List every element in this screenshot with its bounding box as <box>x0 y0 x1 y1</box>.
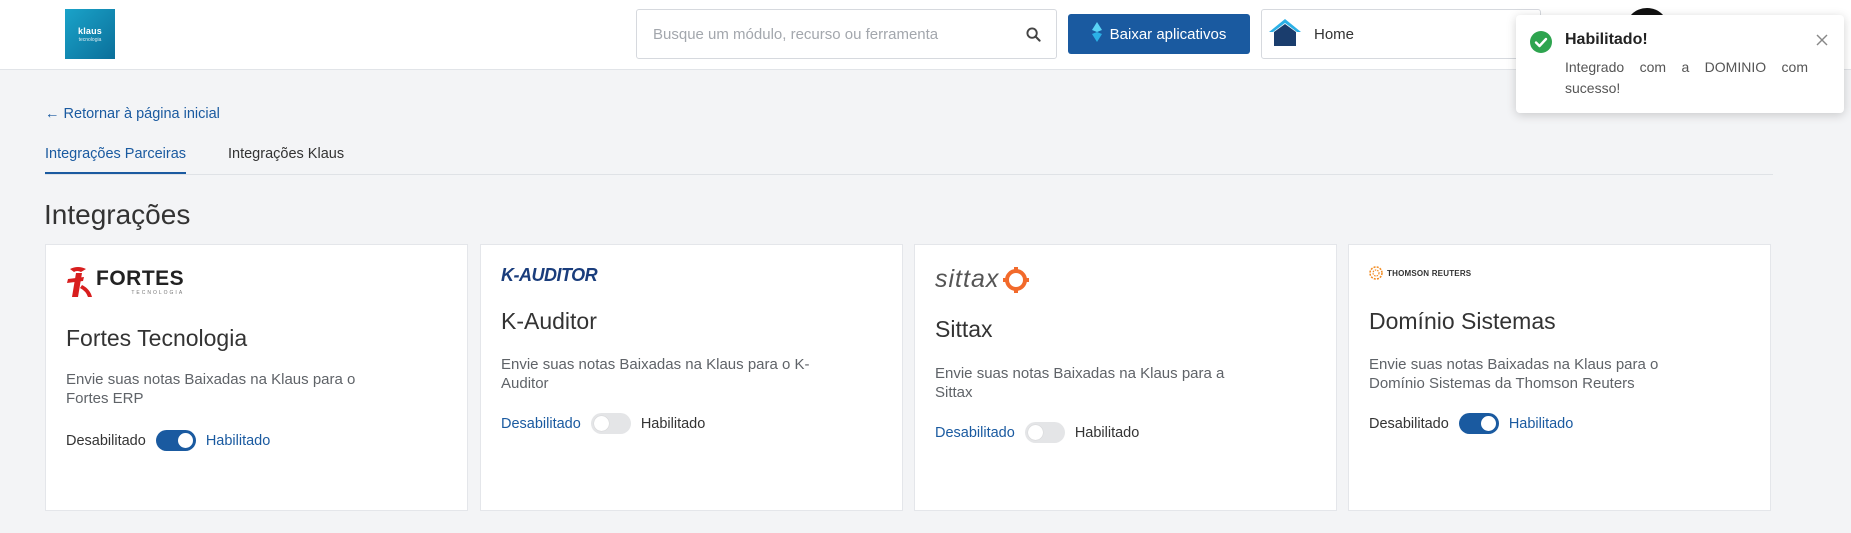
sittax-logo: sittax <box>935 265 1030 294</box>
toast-title: Habilitado! <box>1565 31 1648 48</box>
enable-toggle[interactable] <box>1458 413 1499 434</box>
enable-toggle[interactable] <box>1024 422 1065 443</box>
card-title: Fortes Tecnologia <box>66 325 248 351</box>
fortes-logo-subtext: TECNOLOGIA <box>131 290 185 296</box>
download-apps-label: Baixar aplicativos <box>1109 25 1227 43</box>
enable-toggle[interactable] <box>590 413 631 434</box>
integration-card-dominio: THOMSON REUTERS Domínio Sistemas Envie s… <box>1348 244 1771 511</box>
home-label: Home <box>1314 25 1355 43</box>
toggle-knob <box>1480 416 1496 431</box>
fortes-logo-text: FORTES <box>96 267 185 290</box>
integration-card-fortes: FORTES TECNOLOGIA Fortes Tecnologia Envi… <box>45 244 468 511</box>
toggle-row: Desabilitado Habilitado <box>501 413 705 434</box>
toggle-off-label: Desabilitado <box>935 424 1015 441</box>
success-toast: Habilitado! Integrado com a DOMINIO com … <box>1516 15 1844 113</box>
toggle-on-label: Habilitado <box>205 432 271 449</box>
thomson-reuters-logo: THOMSON REUTERS <box>1369 266 1471 280</box>
enable-toggle[interactable] <box>155 430 196 451</box>
logo-subtext: tecnologia <box>78 36 102 43</box>
search-box[interactable] <box>636 9 1057 59</box>
thomson-reuters-logo-text: THOMSON REUTERS <box>1387 268 1472 278</box>
card-description: Envie suas notas Baixadas na Klaus para … <box>66 371 356 407</box>
integration-card-sittax: sittax Sittax Envie suas notas Baixadas … <box>914 244 1337 511</box>
card-description: Envie suas notas Baixadas na Klaus para … <box>501 356 810 392</box>
toggle-row: Desabilitado Habilitado <box>1369 413 1573 434</box>
card-title: Domínio Sistemas <box>1369 308 1556 334</box>
back-to-home-link[interactable]: ← Retornar à página inicial <box>45 106 220 122</box>
toast-message: Integrado com a DOMINIO com sucesso! <box>1565 59 1808 96</box>
download-apps-button[interactable]: Baixar aplicativos <box>1068 14 1250 54</box>
integration-tabs: Integrações Parceiras Integrações Klaus <box>45 143 1773 175</box>
toggle-on-label: Habilitado <box>640 415 706 432</box>
klaus-logo[interactable]: klaus tecnologia <box>65 9 115 59</box>
toggle-on-label: Habilitado <box>1508 415 1574 432</box>
page-title: Integrações <box>44 199 191 230</box>
toggle-knob <box>1027 425 1043 440</box>
toggle-row: Desabilitado Habilitado <box>66 430 270 451</box>
check-circle-icon <box>1530 31 1552 53</box>
tab-integracoes-klaus[interactable]: Integrações Klaus <box>228 146 344 172</box>
card-description: Envie suas notas Baixadas na Klaus para … <box>935 365 1225 401</box>
integration-card-k-auditor: K-AUDITOR K-Auditor Envie suas notas Bai… <box>480 244 903 511</box>
card-description: Envie suas notas Baixadas na Klaus para … <box>1369 356 1659 392</box>
card-title: K-Auditor <box>501 308 597 334</box>
sittax-logo-text: sittax <box>935 265 1000 293</box>
search-icon[interactable] <box>1024 25 1042 43</box>
k-auditor-logo-text: K-AUDITOR <box>501 265 598 285</box>
tab-integracoes-parceiras[interactable]: Integrações Parceiras <box>45 146 187 174</box>
toggle-off-label: Desabilitado <box>501 415 581 432</box>
home-icon <box>1268 17 1302 51</box>
logo-text: klaus <box>77 25 102 36</box>
download-icon <box>1091 22 1102 46</box>
k-auditor-logo: K-AUDITOR <box>501 265 598 286</box>
close-icon[interactable] <box>1815 33 1829 47</box>
toggle-on-label: Habilitado <box>1074 424 1140 441</box>
toggle-off-label: Desabilitado <box>66 432 146 449</box>
toggle-knob <box>177 433 193 448</box>
search-input[interactable] <box>653 25 1024 43</box>
card-title: Sittax <box>935 316 993 342</box>
fortes-logo: FORTES TECNOLOGIA <box>66 265 184 299</box>
home-selector[interactable]: Home <box>1261 9 1541 59</box>
toggle-off-label: Desabilitado <box>1369 415 1449 432</box>
toggle-row: Desabilitado Habilitado <box>935 422 1139 443</box>
toggle-knob <box>593 416 609 431</box>
